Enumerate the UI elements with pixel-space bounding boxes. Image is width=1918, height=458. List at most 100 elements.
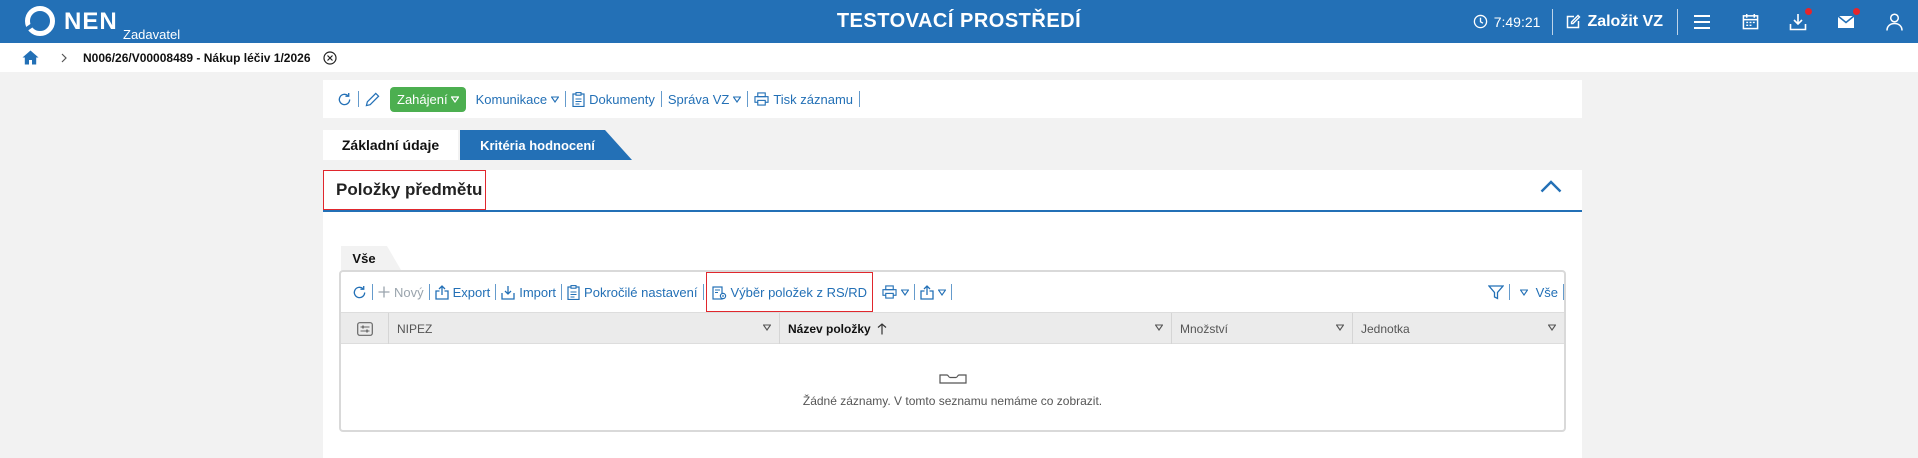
divider: [565, 91, 567, 107]
divider: [495, 284, 497, 300]
breadcrumb: N006/26/V00008489 - Nákup léčiv 1/2026: [0, 43, 1918, 72]
empty-state-message: Žádné záznamy. V tomto seznamu nemáme co…: [802, 394, 1103, 408]
column-item-name[interactable]: Název položky: [780, 313, 1172, 344]
downloads-button[interactable]: [1774, 0, 1822, 43]
column-filter-icon[interactable]: [1336, 324, 1344, 331]
divider: [1508, 284, 1510, 300]
divider: [660, 91, 662, 107]
section-title: Položky předmětu: [323, 170, 486, 210]
divider: [747, 91, 749, 107]
printer-icon: [754, 92, 769, 106]
catalog-gear-icon: [711, 285, 726, 300]
communication-dropdown[interactable]: Komunikace: [470, 92, 566, 107]
logo-text: NEN: [64, 8, 118, 35]
main-menu-button[interactable]: [1678, 0, 1726, 43]
items-grid: Nový Export Import Pokročilé nastavení V…: [339, 270, 1566, 432]
documents-button[interactable]: Dokumenty: [566, 92, 661, 107]
grid-toolbar: Nový Export Import Pokročilé nastavení V…: [341, 272, 1564, 312]
new-item-label: Nový: [394, 284, 424, 300]
column-nipez[interactable]: NIPEZ: [389, 313, 780, 344]
clock-time: 7:49:21: [1493, 13, 1541, 30]
share-dropdown[interactable]: [915, 284, 951, 300]
tab-basic-info-label: Základní údaje: [341, 137, 440, 153]
column-unit-label: Jednotka: [1361, 321, 1410, 336]
column-unit[interactable]: Jednotka: [1353, 313, 1564, 344]
breadcrumb-current[interactable]: N006/26/V00008489 - Nákup léčiv 1/2026: [83, 51, 311, 65]
notification-dot: [1853, 8, 1860, 15]
caret-down-icon: [1519, 288, 1528, 296]
filter-button[interactable]: [1483, 284, 1509, 300]
chevron-up-icon: [1540, 180, 1562, 193]
divider: [561, 284, 563, 300]
communication-label: Komunikace: [475, 91, 548, 107]
print-record-label: Tisk záznamu: [773, 91, 854, 107]
close-breadcrumb-button[interactable]: [322, 50, 337, 65]
advanced-settings-button[interactable]: Pokročilé nastavení: [562, 285, 702, 300]
section-header: Položky předmětu: [323, 170, 1582, 212]
collapse-section-button[interactable]: [1540, 180, 1562, 193]
divider: [859, 91, 861, 107]
create-vz-label: Založit VZ: [1587, 12, 1663, 30]
user-icon: [1885, 12, 1903, 31]
create-vz-button[interactable]: Založit VZ: [1553, 13, 1677, 31]
download-icon: [1789, 13, 1807, 30]
import-icon: [501, 285, 515, 300]
manage-vz-label: Správa VZ: [667, 91, 730, 107]
caret-down-icon: [901, 288, 910, 296]
nen-logo[interactable]: NEN Zadavatel: [24, 5, 180, 42]
print-record-button[interactable]: Tisk záznamu: [748, 92, 859, 107]
calendar-button[interactable]: [1726, 0, 1774, 43]
start-dropdown-button[interactable]: Zahájení: [390, 86, 466, 112]
edit-icon: [1567, 14, 1581, 28]
tab-evaluation-criteria[interactable]: Kritéria hodnocení: [460, 130, 632, 160]
share-icon: [920, 284, 934, 300]
subtab-all-label: Vše: [352, 250, 376, 266]
empty-tray-icon: [938, 374, 967, 384]
column-item-name-label: Název položky: [788, 321, 871, 336]
tab-basic-info[interactable]: Základní údaje: [323, 130, 458, 160]
column-filter-icon[interactable]: [763, 324, 771, 331]
import-label: Import: [519, 284, 557, 300]
column-filter-icon[interactable]: [1548, 324, 1556, 331]
select-items-label: Výběr položek z RS/RD: [730, 284, 868, 300]
grid-refresh-button[interactable]: [347, 285, 372, 300]
column-quantity[interactable]: Množství: [1172, 313, 1353, 344]
select-items-rs-rd-button[interactable]: Výběr položek z RS/RD: [705, 272, 874, 312]
notification-dot: [1805, 8, 1812, 15]
pencil-icon: [365, 92, 380, 106]
session-clock: 7:49:21: [1473, 14, 1553, 30]
clipboard-icon: [572, 91, 585, 107]
menu-icon: [1694, 14, 1710, 29]
manage-vz-dropdown[interactable]: Správa VZ: [662, 92, 747, 107]
items-section: Položky předmětu Vše Nový Export Import …: [323, 170, 1582, 458]
filter-all-dropdown[interactable]: Vše: [1510, 285, 1563, 300]
divider: [951, 284, 953, 300]
export-button[interactable]: Export: [430, 285, 496, 300]
caret-down-icon: [551, 95, 560, 103]
mail-icon: [1837, 14, 1855, 28]
edit-button[interactable]: [359, 92, 386, 107]
column-nipez-label: NIPEZ: [397, 321, 433, 336]
empty-state: [341, 372, 1564, 384]
settings-sliders-icon: [356, 321, 373, 336]
print-dropdown[interactable]: [877, 285, 914, 299]
logo-subtitle: Zadavatel: [123, 27, 181, 42]
messages-button[interactable]: [1822, 0, 1870, 43]
new-item-button[interactable]: Nový: [373, 285, 429, 300]
column-filter-icon[interactable]: [1155, 324, 1163, 331]
column-settings-button[interactable]: [341, 313, 389, 344]
divider: [702, 284, 704, 300]
clipboard-icon: [567, 284, 580, 300]
tab-evaluation-criteria-label: Kritéria hodnocení: [480, 137, 595, 153]
advanced-settings-label: Pokročilé nastavení: [584, 284, 698, 300]
subtab-all[interactable]: Vše: [341, 246, 401, 270]
divider: [1563, 284, 1564, 300]
refresh-button[interactable]: [331, 92, 358, 107]
user-profile-button[interactable]: [1870, 0, 1918, 43]
export-icon: [434, 284, 449, 300]
import-button[interactable]: Import: [496, 285, 561, 300]
home-button[interactable]: [22, 50, 39, 65]
documents-label: Dokumenty: [589, 91, 655, 107]
close-circle-icon: [322, 50, 337, 65]
refresh-icon: [338, 92, 351, 105]
